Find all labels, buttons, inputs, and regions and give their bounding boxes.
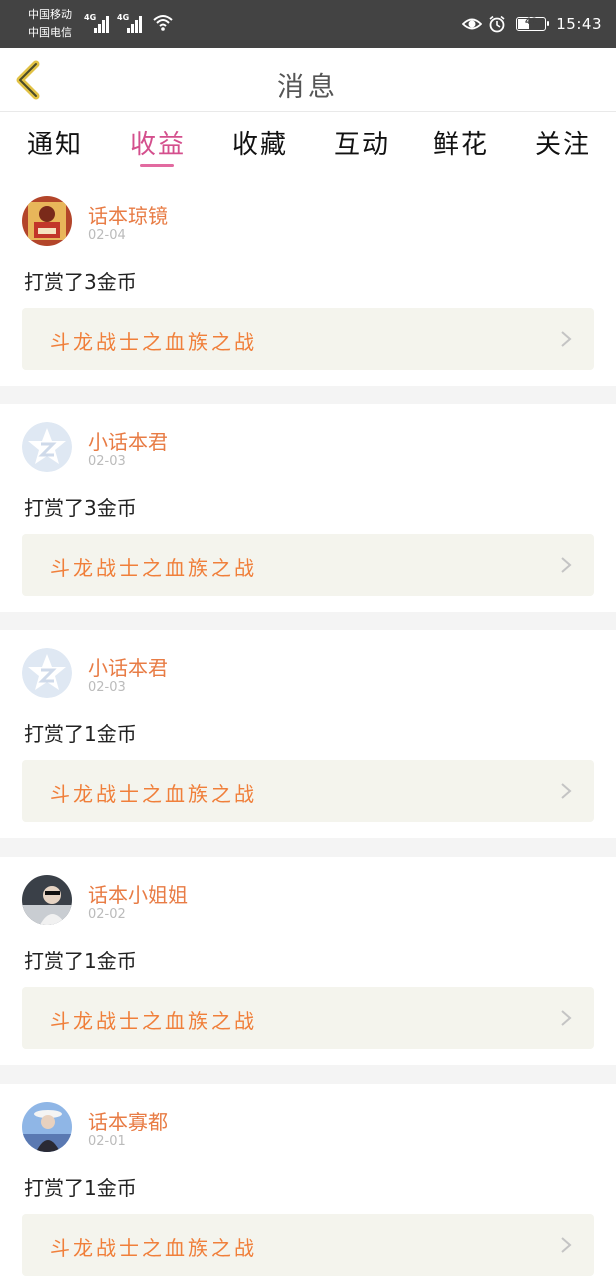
status-bar: 中国移动 中国电信 4G 4G 41 15:43: [0, 0, 616, 48]
active-tab-indicator: [140, 164, 174, 167]
user-name[interactable]: 小话本君: [88, 426, 168, 455]
app-header: 消息: [0, 48, 616, 112]
tab-following[interactable]: 关注: [535, 124, 591, 161]
chevron-right-icon: [561, 331, 572, 347]
book-link[interactable]: 斗龙战士之血族之战: [22, 1214, 594, 1276]
user-name[interactable]: 小话本君: [88, 652, 168, 681]
wifi-icon: [153, 15, 173, 31]
book-link[interactable]: 斗龙战士之血族之战: [22, 987, 594, 1049]
message-text: 打赏了3金币: [24, 496, 137, 520]
avatar[interactable]: [22, 1102, 72, 1152]
eye-icon: [462, 18, 483, 30]
tab-interaction[interactable]: 互动: [334, 124, 390, 161]
page-title: 消息: [277, 72, 339, 103]
list-item: 话本琼镜 02-04 打赏了3金币 斗龙战士之血族之战: [0, 178, 616, 386]
avatar[interactable]: [22, 875, 72, 925]
book-link[interactable]: 斗龙战士之血族之战: [22, 760, 594, 822]
message-text: 打赏了1金币: [24, 1176, 137, 1200]
list-item: 小话本君 02-03 打赏了1金币 斗龙战士之血族之战: [0, 630, 616, 838]
list-item: 话本寡都 02-01 打赏了1金币 斗龙战士之血族之战: [0, 1084, 616, 1280]
battery-icon: 41: [516, 17, 550, 31]
list-item: 小话本君 02-03 打赏了3金币 斗龙战士之血族之战: [0, 404, 616, 612]
message-date: 02-04: [88, 228, 126, 243]
message-date: 02-01: [88, 1134, 126, 1149]
carrier-2: 中国电信: [28, 26, 72, 39]
battery-level: 41: [525, 17, 538, 27]
carrier-1: 中国移动: [28, 8, 72, 21]
clock: 15:43: [556, 15, 602, 33]
message-text: 打赏了3金币: [24, 270, 137, 294]
message-text: 打赏了1金币: [24, 949, 137, 973]
default-avatar[interactable]: [22, 422, 72, 472]
tab-favorites[interactable]: 收藏: [232, 124, 288, 161]
chevron-right-icon: [561, 783, 572, 799]
tab-bar: 通知 收益 收藏 互动 鲜花 关注: [0, 112, 616, 178]
book-link[interactable]: 斗龙战士之血族之战: [22, 534, 594, 596]
message-date: 02-03: [88, 454, 126, 469]
chevron-right-icon: [561, 557, 572, 573]
alarm-icon: [489, 15, 505, 33]
avatar[interactable]: [22, 196, 72, 246]
tab-flowers[interactable]: 鲜花: [433, 124, 489, 161]
user-name[interactable]: 话本琼镜: [88, 200, 168, 229]
chevron-right-icon: [561, 1237, 572, 1253]
tab-earnings[interactable]: 收益: [130, 124, 186, 161]
chevron-right-icon: [561, 1010, 572, 1026]
tab-notice[interactable]: 通知: [27, 124, 83, 161]
book-link[interactable]: 斗龙战士之血族之战: [22, 308, 594, 370]
message-date: 02-03: [88, 680, 126, 695]
book-title: 斗龙战士之血族之战: [50, 782, 257, 806]
user-name[interactable]: 话本小姐姐: [88, 879, 188, 908]
user-name[interactable]: 话本寡都: [88, 1106, 168, 1135]
default-avatar[interactable]: [22, 648, 72, 698]
message-date: 02-02: [88, 907, 126, 922]
book-title: 斗龙战士之血族之战: [50, 1236, 257, 1260]
book-title: 斗龙战士之血族之战: [50, 330, 257, 354]
book-title: 斗龙战士之血族之战: [50, 556, 257, 580]
book-title: 斗龙战士之血族之战: [50, 1009, 257, 1033]
list-item: 话本小姐姐 02-02 打赏了1金币 斗龙战士之血族之战: [0, 857, 616, 1065]
message-text: 打赏了1金币: [24, 722, 137, 746]
